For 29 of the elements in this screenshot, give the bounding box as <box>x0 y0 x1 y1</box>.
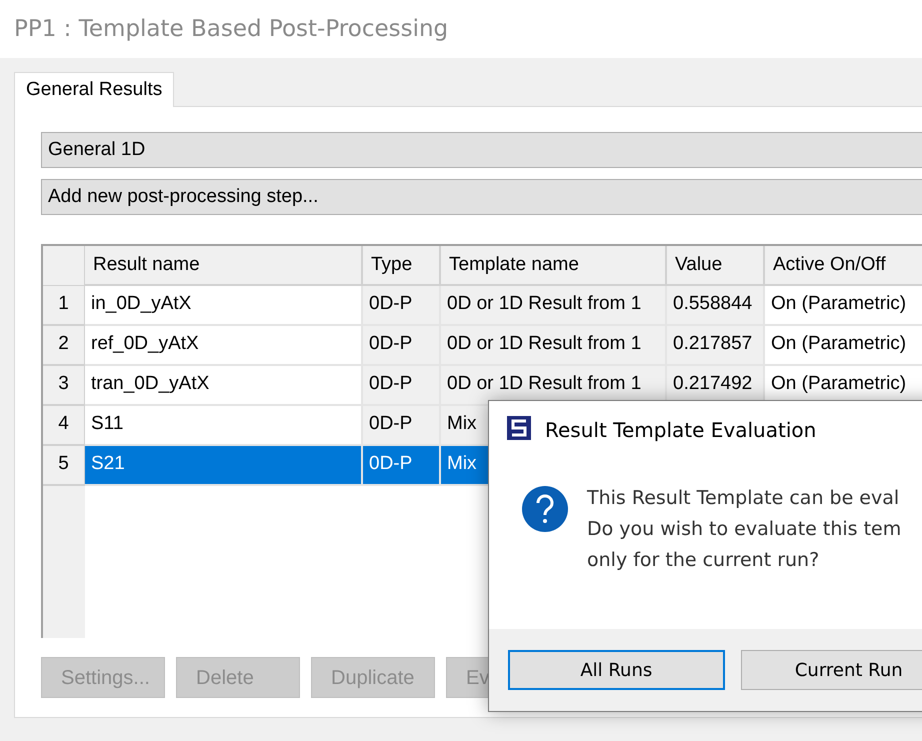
table-cell: tran_0D_yAtX <box>85 366 363 406</box>
table-cell: 0.558844 <box>667 286 765 326</box>
table-cell: S21 <box>85 446 363 486</box>
dialog-message: only for the current run? <box>587 548 820 573</box>
table-cell: in_0D_yAtX <box>85 286 363 326</box>
dialog-button[interactable]: Current Run <box>740 650 922 690</box>
table-cell: 0D or 1D Result from 1 <box>441 286 667 326</box>
dropdown[interactable]: General 1D <box>41 132 922 168</box>
dialog-message: Do you wish to evaluate this tem <box>587 517 902 542</box>
table-cell: 0D-P <box>363 326 441 366</box>
row-number[interactable]: 2 <box>43 326 85 366</box>
row-number[interactable]: 5 <box>43 446 85 486</box>
table-cell: 0D-P <box>363 406 441 446</box>
table-cell: 0D-P <box>363 286 441 326</box>
row-number[interactable]: 3 <box>43 366 85 406</box>
window-title: PP1 : Template Based Post-Processing <box>14 14 448 44</box>
tab[interactable]: General Results <box>14 72 174 107</box>
dropdown[interactable]: Add new post-processing step... <box>41 179 922 215</box>
question-icon <box>521 485 569 533</box>
dialog-message: This Result Template can be eval <box>587 486 900 511</box>
dialog-button[interactable]: All Runs <box>508 650 725 690</box>
row-number[interactable]: 4 <box>43 406 85 446</box>
row-number[interactable]: 1 <box>43 286 85 326</box>
table-cell: 0D-P <box>363 446 441 486</box>
table-cell: ref_0D_yAtX <box>85 326 363 366</box>
table-cell: 0.217857 <box>667 326 765 366</box>
table-cell: 0D or 1D Result from 1 <box>441 326 667 366</box>
table-cell: S11 <box>85 406 363 446</box>
table-cell: 0D-P <box>363 366 441 406</box>
